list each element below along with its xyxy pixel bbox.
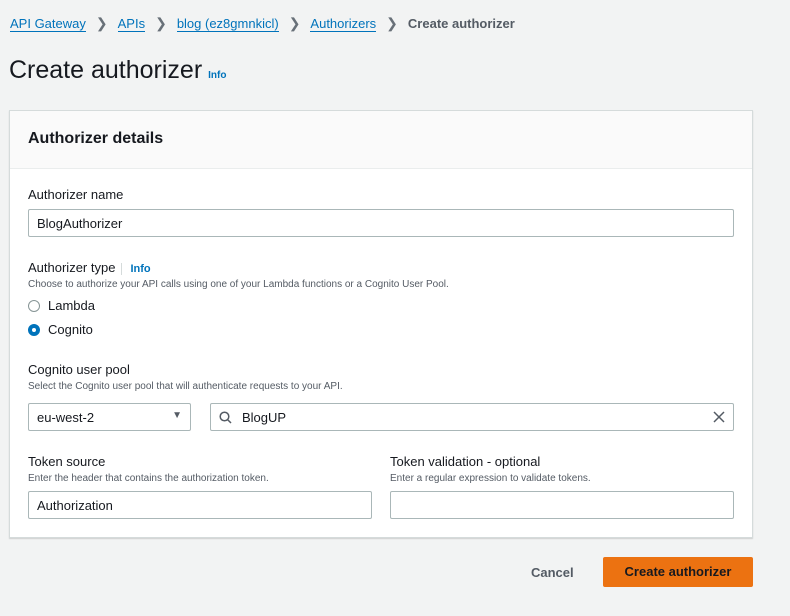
token-source-description: Enter the header that contains the autho… bbox=[28, 473, 269, 484]
breadcrumb: API Gateway ❯ APIs ❯ blog (ez8gmnkicl) ❯ Au… bbox=[10, 15, 515, 32]
authorizer-type-description: Choose to authorize your API calls using… bbox=[28, 279, 449, 290]
breadcrumb-blog[interactable]: blog (ez8gmnkicl) bbox=[176, 16, 279, 32]
chevron-right-icon: ❯ bbox=[95, 15, 108, 31]
radio-cognito[interactable]: Cognito bbox=[28, 322, 93, 337]
search-icon bbox=[219, 410, 232, 424]
breadcrumb-api-gateway[interactable]: API Gateway bbox=[10, 16, 86, 32]
breadcrumb-current: Create authorizer bbox=[407, 16, 515, 31]
page-title: Create authorizer Info bbox=[9, 56, 226, 85]
authorizer-details-panel: Authorizer details Authorizer name BlogA… bbox=[9, 110, 753, 538]
cognito-pool-label: Cognito user pool bbox=[28, 362, 130, 377]
panel-title: Authorizer details bbox=[10, 111, 752, 169]
authorizer-type-label: Authorizer type bbox=[28, 260, 116, 275]
chevron-right-icon: ❯ bbox=[386, 15, 398, 31]
token-validation-description: Enter a regular expression to validate t… bbox=[390, 473, 591, 484]
token-source-input[interactable]: Authorization bbox=[28, 491, 372, 519]
cognito-pool-description: Select the Cognito user pool that will a… bbox=[28, 381, 343, 392]
token-validation-input[interactable] bbox=[390, 491, 734, 519]
breadcrumb-authorizers[interactable]: Authorizers bbox=[310, 16, 377, 32]
info-link[interactable]: Info bbox=[208, 70, 226, 81]
breadcrumb-apis[interactable]: APIs bbox=[117, 16, 146, 32]
authorizer-name-input[interactable]: BlogAuthorizer bbox=[28, 209, 734, 237]
chevron-right-icon: ❯ bbox=[288, 15, 301, 31]
token-source-label: Token source bbox=[28, 454, 106, 469]
radio-checked-icon bbox=[28, 323, 40, 336]
user-pool-search-input[interactable]: BlogUP bbox=[210, 403, 734, 431]
token-validation-label: Token validation - optional bbox=[390, 454, 541, 469]
radio-unchecked-icon bbox=[28, 299, 40, 312]
authorizer-type-info-link[interactable]: Info bbox=[121, 263, 151, 275]
radio-lambda-label: Lambda bbox=[48, 298, 95, 313]
create-authorizer-button[interactable]: Create authorizer bbox=[603, 557, 753, 587]
region-value: eu-west-2 bbox=[37, 410, 95, 425]
radio-lambda[interactable]: Lambda bbox=[28, 298, 95, 313]
authorizer-name-label: Authorizer name bbox=[28, 187, 124, 202]
radio-cognito-label: Cognito bbox=[48, 322, 93, 337]
cancel-button[interactable]: Cancel bbox=[531, 565, 574, 580]
user-pool-search-value: BlogUP bbox=[242, 409, 287, 425]
region-select[interactable]: eu-west-2 ▼ bbox=[28, 403, 191, 431]
page-title-text: Create authorizer bbox=[9, 56, 203, 84]
clear-icon[interactable] bbox=[713, 411, 725, 423]
chevron-right-icon: ❯ bbox=[155, 15, 167, 31]
caret-down-icon: ▼ bbox=[172, 410, 182, 421]
